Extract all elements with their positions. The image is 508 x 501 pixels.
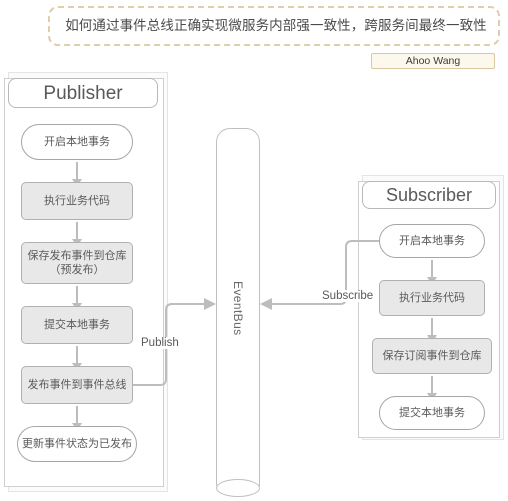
publisher-node-save-publish-event: 保存发布事件到仓库 （预发布）	[21, 242, 133, 284]
subscriber-lane-title: Subscriber	[362, 181, 496, 209]
publisher-node-publish-event-to-eventbus: 发布事件到事件总线	[21, 366, 133, 404]
publisher-lane-title: Publisher	[8, 78, 158, 108]
publisher-node-update-event-state: 更新事件状态为已发布	[17, 426, 137, 462]
subscriber-arrow-3	[427, 376, 437, 401]
publish-edge-label: Publish	[139, 337, 181, 349]
publisher-arrow-2	[72, 222, 82, 247]
publisher-arrow-4	[72, 346, 82, 371]
title-banner: 如何通过事件总线正确实现微服务内部强一致性，跨服务间最终一致性	[48, 6, 500, 46]
page-title: 如何通过事件总线正确实现微服务内部强一致性，跨服务间最终一致性	[65, 18, 487, 33]
subscriber-node-save-subscribe-event: 保存订阅事件到仓库	[372, 338, 492, 374]
publisher-node-commit-local-transaction: 提交本地事务	[21, 306, 133, 344]
subscriber-arrow-1	[427, 260, 437, 285]
subscriber-arrow-2	[427, 318, 437, 343]
eventbus-label: EventBus	[231, 280, 245, 336]
publisher-arrow-5	[72, 406, 82, 431]
publisher-arrow-3	[72, 286, 82, 311]
subscribe-edge-arrowhead	[260, 298, 272, 310]
subscribe-edge-label: Subscribe	[320, 290, 376, 302]
publisher-node-execute-business-code: 执行业务代码	[21, 182, 133, 220]
publisher-arrow-1	[72, 162, 82, 187]
publish-edge-arrowhead	[204, 298, 216, 310]
eventbus-shape: EventBus	[216, 128, 260, 497]
subscriber-node-execute-business-code: 执行业务代码	[379, 280, 485, 316]
subscriber-node-commit-local-transaction: 提交本地事务	[379, 396, 485, 430]
eventbus-label-wrap: EventBus	[216, 128, 260, 488]
subscriber-node-start-local-transaction: 开启本地事务	[379, 224, 485, 258]
author-badge: Ahoo Wang	[371, 53, 495, 69]
publisher-node-start-local-transaction: 开启本地事务	[21, 124, 133, 160]
